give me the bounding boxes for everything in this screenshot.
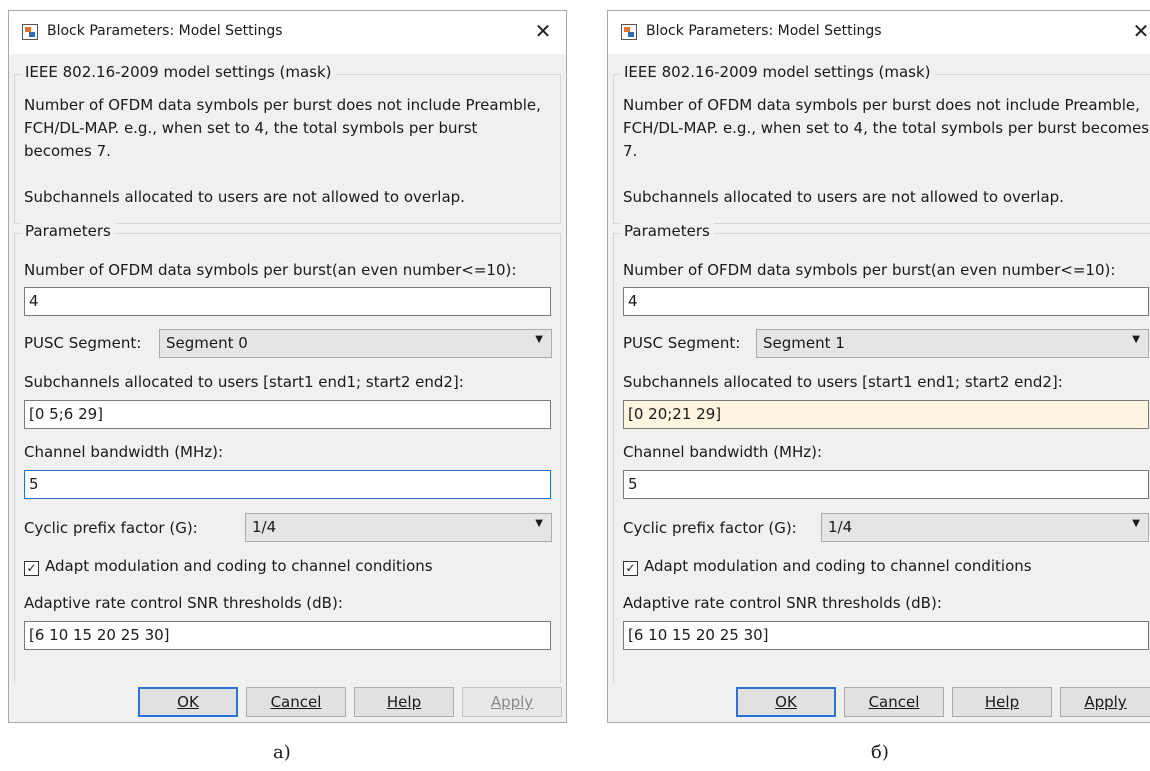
bandwidth-input[interactable]: 5: [623, 470, 1149, 499]
adapt-modulation-checkbox[interactable]: ✓: [24, 561, 39, 576]
apply-button[interactable]: Apply: [462, 687, 562, 717]
cp-label: Cyclic prefix factor (G):: [24, 519, 198, 537]
subchannels-label: Subchannels allocated to users [start1 e…: [24, 373, 464, 391]
snr-label: Adaptive rate control SNR thresholds (dB…: [24, 594, 343, 612]
pusc-segment-dropdown[interactable]: Segment 0 ▼: [159, 329, 552, 358]
ok-button[interactable]: OK: [138, 687, 238, 717]
snr-input[interactable]: [6 10 15 20 25 30]: [24, 621, 551, 650]
cancel-button[interactable]: Cancel: [844, 687, 944, 717]
mask-description: Number of OFDM data symbols per burst do…: [623, 96, 1150, 206]
cp-value: 1/4: [828, 518, 853, 536]
apply-button[interactable]: Apply: [1060, 687, 1150, 717]
subchannels-input[interactable]: [0 5;6 29]: [24, 400, 551, 429]
cp-value: 1/4: [252, 518, 277, 536]
symbols-input[interactable]: 4: [623, 287, 1149, 316]
cp-factor-dropdown[interactable]: 1/4 ▼: [245, 513, 552, 542]
adapt-modulation-checkbox[interactable]: ✓: [623, 561, 638, 576]
cancel-button[interactable]: Cancel: [246, 687, 346, 717]
parameters-group-label: Parameters: [21, 222, 115, 240]
dropdown-arrow-icon: ▼: [1132, 334, 1140, 345]
snr-input[interactable]: [6 10 15 20 25 30]: [623, 621, 1149, 650]
pusc-value: Segment 0: [166, 334, 248, 352]
symbols-label: Number of OFDM data symbols per burst(an…: [24, 261, 517, 279]
bandwidth-label: Channel bandwidth (MHz):: [24, 443, 224, 461]
help-button[interactable]: Help: [952, 687, 1052, 717]
parameters-group-label: Parameters: [620, 222, 714, 240]
adapt-modulation-label: Adapt modulation and coding to channel c…: [644, 557, 1032, 575]
bandwidth-input[interactable]: 5: [24, 470, 551, 499]
dialog-a: Block Parameters: Model Settings ✕ IEEE …: [8, 10, 567, 723]
simulink-block-icon: [621, 24, 637, 40]
mask-description-group: IEEE 802.16-2009 model settings (mask) N…: [14, 63, 561, 224]
adapt-modulation-checkbox-row[interactable]: ✓ Adapt modulation and coding to channel …: [24, 557, 433, 576]
cp-label: Cyclic prefix factor (G):: [623, 519, 797, 537]
mask-group-label: IEEE 802.16-2009 model settings (mask): [620, 63, 935, 81]
symbols-input[interactable]: 4: [24, 287, 551, 316]
mask-group-label: IEEE 802.16-2009 model settings (mask): [21, 63, 336, 81]
subchannels-label: Subchannels allocated to users [start1 e…: [623, 373, 1063, 391]
caption-b: б): [871, 742, 889, 763]
adapt-modulation-checkbox-row[interactable]: ✓ Adapt modulation and coding to channel …: [623, 557, 1032, 576]
close-button[interactable]: ✕: [532, 19, 554, 43]
pusc-segment-dropdown[interactable]: Segment 1 ▼: [756, 329, 1149, 358]
dialog-b: Block Parameters: Model Settings ✕ IEEE …: [607, 10, 1150, 723]
simulink-block-icon: [22, 24, 38, 40]
symbols-label: Number of OFDM data symbols per burst(an…: [623, 261, 1116, 279]
title-bar: Block Parameters: Model Settings ✕: [9, 11, 566, 54]
window-title: Block Parameters: Model Settings: [646, 23, 882, 39]
cp-factor-dropdown[interactable]: 1/4 ▼: [821, 513, 1149, 542]
pusc-value: Segment 1: [763, 334, 845, 352]
bandwidth-label: Channel bandwidth (MHz):: [623, 443, 823, 461]
adapt-modulation-label: Adapt modulation and coding to channel c…: [45, 557, 433, 575]
title-bar: Block Parameters: Model Settings ✕: [608, 11, 1150, 54]
close-button[interactable]: ✕: [1130, 19, 1150, 43]
window-title: Block Parameters: Model Settings: [47, 23, 283, 39]
snr-label: Adaptive rate control SNR thresholds (dB…: [623, 594, 942, 612]
subchannels-input[interactable]: [0 20;21 29]: [623, 400, 1149, 429]
help-button[interactable]: Help: [354, 687, 454, 717]
dropdown-arrow-icon: ▼: [535, 518, 543, 529]
caption-a: а): [273, 742, 291, 763]
ok-button[interactable]: OK: [736, 687, 836, 717]
mask-description-group: IEEE 802.16-2009 model settings (mask) N…: [613, 63, 1150, 224]
dropdown-arrow-icon: ▼: [1132, 518, 1140, 529]
mask-description: Number of OFDM data symbols per burst do…: [24, 96, 541, 206]
dropdown-arrow-icon: ▼: [535, 334, 543, 345]
pusc-label: PUSC Segment:: [623, 334, 741, 352]
pusc-label: PUSC Segment:: [24, 334, 142, 352]
